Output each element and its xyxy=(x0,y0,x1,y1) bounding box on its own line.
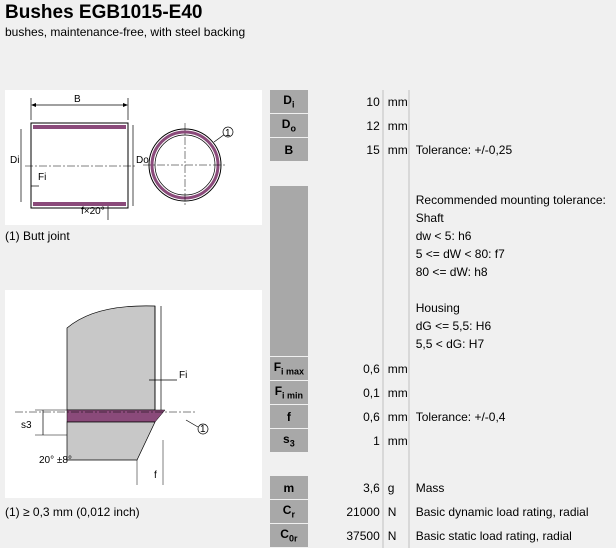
value-f: 0,6 xyxy=(307,404,384,429)
symbol-m: m xyxy=(270,475,308,500)
unit-s3: mm xyxy=(382,428,410,453)
symbol-c0r: C0r xyxy=(270,523,308,548)
table-row: m 3,6 g Mass xyxy=(270,475,616,500)
label-s3: s3 xyxy=(21,420,32,431)
value-b: 15 xyxy=(307,137,384,162)
label-di: Di xyxy=(10,155,19,166)
label-fx20: f×20° xyxy=(81,206,105,217)
label-f: f xyxy=(154,470,157,481)
table-row: C0r 37500 N Basic static load rating, ra… xyxy=(270,523,616,548)
page-subtitle: bushes, maintenance-free, with steel bac… xyxy=(5,25,246,39)
desc-b: Tolerance: +/-0,25 xyxy=(415,142,513,157)
label-do: Do xyxy=(136,155,149,166)
spec-table: Di 10 mm Do 12 mm B 15 mm Tolerance: +/-… xyxy=(270,90,616,548)
callout-1-detail-label: 1 xyxy=(200,424,206,435)
unit-fimin: mm xyxy=(382,380,410,405)
label-fi-detail: Fi xyxy=(179,370,187,381)
value-c0r: 37500 xyxy=(307,523,384,548)
figure1-caption: (1) Butt joint xyxy=(5,229,70,243)
unit-fimax: mm xyxy=(382,356,410,381)
symbol-cr: Cr xyxy=(270,499,308,524)
table-row: Fi max 0,6 mm xyxy=(270,356,616,381)
desc-c0r: Basic static load rating, radial xyxy=(415,528,572,543)
value-cr: 21000 xyxy=(307,499,384,524)
unit-do: mm xyxy=(382,113,410,138)
label-b: B xyxy=(74,94,81,105)
unit-cr: N xyxy=(382,499,410,524)
symbol-b: B xyxy=(270,137,308,162)
symbol-di: Di xyxy=(270,90,308,114)
table-row: B 15 mm Tolerance: +/-0,25 xyxy=(270,137,616,162)
chamfer-detail-drawing: s3 Fi f 20° ±8° 1 xyxy=(5,290,262,498)
label-angle: 20° ±8° xyxy=(39,455,72,466)
unit-c0r: N xyxy=(382,523,410,548)
desc-do xyxy=(409,114,616,138)
desc-cr: Basic dynamic load rating, radial xyxy=(415,504,589,519)
table-row: Recommended mounting tolerance: Shaft dw… xyxy=(270,185,616,357)
mounting-tolerance-text: Recommended mounting tolerance: Shaft dw… xyxy=(415,193,606,351)
symbol-do: Do xyxy=(270,113,308,138)
table-row: s3 1 mm xyxy=(270,428,616,453)
symbol-s3: s3 xyxy=(270,428,308,453)
figure2-caption: (1) ≥ 0,3 mm (0,012 inch) xyxy=(5,505,140,519)
bush-dimension-drawing: Di Do B Fi f×20° 1 xyxy=(5,90,262,225)
table-row: Fi min 0,1 mm xyxy=(270,380,616,405)
unit-m: g xyxy=(382,475,410,500)
value-di: 10 xyxy=(307,90,384,114)
value-m: 3,6 xyxy=(307,475,384,500)
value-fimax: 0,6 xyxy=(307,356,384,381)
value-s3: 1 xyxy=(307,428,384,453)
table-row: f 0,6 mm Tolerance: +/-0,4 xyxy=(270,404,616,429)
value-do: 12 xyxy=(307,113,384,138)
table-row: Di 10 mm xyxy=(270,90,616,114)
table-row: Cr 21000 N Basic dynamic load rating, ra… xyxy=(270,499,616,524)
desc-di xyxy=(409,90,616,114)
label-fi: Fi xyxy=(38,172,46,183)
unit-f: mm xyxy=(382,404,410,429)
symbol-fimax: Fi max xyxy=(270,356,308,381)
desc-m: Mass xyxy=(415,480,445,495)
desc-f: Tolerance: +/-0,4 xyxy=(415,409,506,424)
table-row: Do 12 mm xyxy=(270,113,616,138)
callout-1-label: 1 xyxy=(225,128,231,139)
unit-di: mm xyxy=(382,90,410,114)
unit-b: mm xyxy=(382,137,410,162)
value-fimin: 0,1 xyxy=(307,380,384,405)
symbol-fimin: Fi min xyxy=(270,380,308,405)
symbol-f: f xyxy=(270,404,308,429)
page-title: Bushes EGB1015-E40 xyxy=(5,2,203,23)
